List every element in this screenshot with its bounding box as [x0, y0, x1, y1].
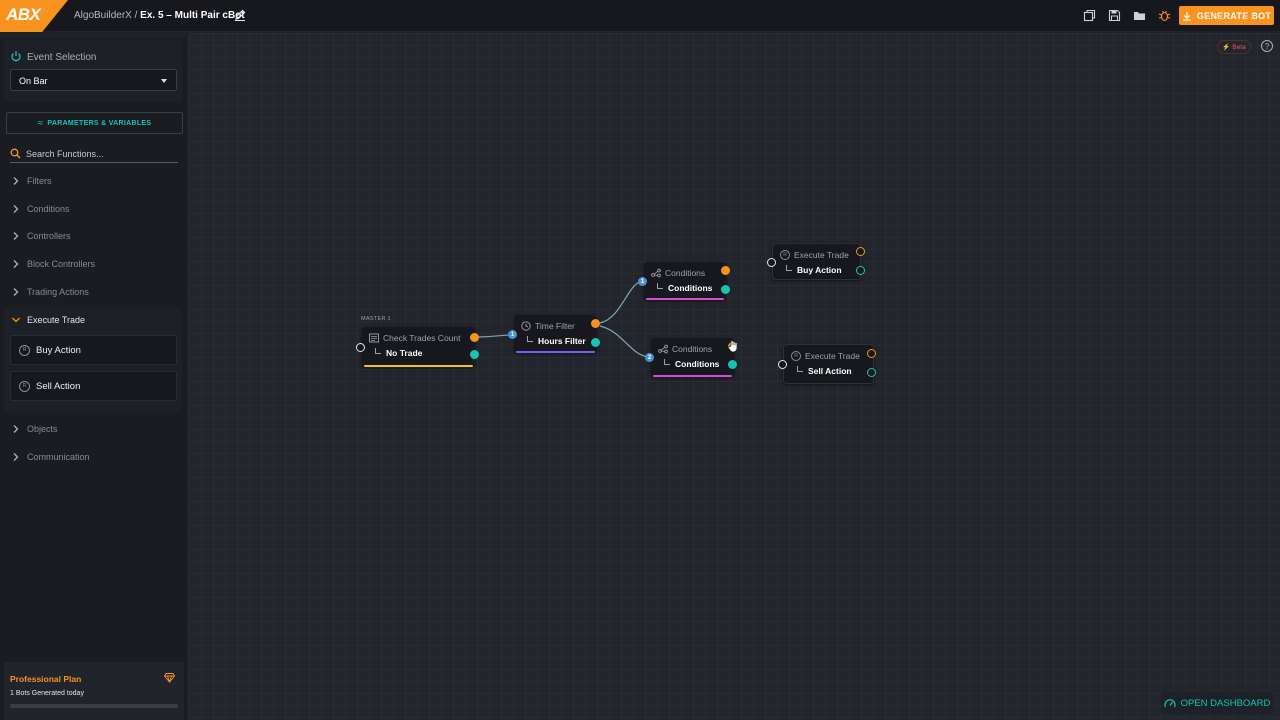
output-port[interactable] — [470, 333, 479, 342]
output-port[interactable] — [470, 350, 479, 359]
execute-trade-buy-node[interactable]: R Execute Trade Buy Action — [772, 243, 861, 280]
conditions-node-2[interactable]: Conditions Conditions — [651, 338, 734, 377]
output-port[interactable] — [591, 338, 600, 347]
app-name[interactable]: AlgoBuilderX — [74, 10, 132, 21]
category-objects[interactable]: Objects — [10, 421, 58, 437]
chevron-right-icon — [13, 453, 19, 461]
output-port[interactable] — [591, 319, 600, 328]
plan-progress-bar — [10, 704, 178, 708]
chevron-right-icon — [13, 288, 19, 296]
connection-badge: 1 — [638, 277, 647, 286]
plan-card: Professional Plan 1 Bots Generated today — [4, 662, 184, 720]
chevron-right-icon — [13, 177, 19, 185]
plan-usage: 1 Bots Generated today — [10, 690, 84, 697]
chevron-right-icon — [13, 260, 19, 268]
connection-badge: 1 — [508, 330, 517, 339]
parameters-variables-button[interactable]: ≈ PARAMETERS & VARIABLES — [6, 112, 183, 134]
event-select[interactable]: On Bar — [10, 69, 177, 91]
generate-bot-button[interactable]: GENERATE BOT — [1179, 6, 1274, 25]
breadcrumb: AlgoBuilderX / Ex. 5 – Multi Pair cBot — [74, 10, 245, 21]
search-functions — [10, 145, 178, 163]
output-port[interactable] — [867, 349, 876, 358]
abx-logo[interactable]: ABX — [0, 0, 68, 32]
open-dashboard-button[interactable]: OPEN DASHBOARD — [1161, 692, 1273, 714]
gem-icon — [164, 673, 175, 683]
duplicate-icon[interactable] — [1083, 9, 1096, 22]
power-icon — [11, 51, 21, 62]
input-port[interactable] — [778, 360, 787, 369]
node-accent-bar — [646, 298, 724, 300]
chevron-right-icon — [13, 425, 19, 433]
robot-icon: R — [791, 351, 801, 361]
output-port[interactable] — [728, 360, 737, 369]
chevron-down-icon — [161, 79, 167, 83]
category-controllers[interactable]: Controllers — [10, 228, 71, 244]
input-port[interactable] — [767, 258, 776, 267]
lightning-icon: ⚡ — [1222, 44, 1231, 51]
gauge-icon — [1164, 698, 1176, 707]
node-accent-bar — [516, 351, 595, 353]
category-execute-trade[interactable]: Execute Trade — [10, 312, 85, 328]
bug-icon[interactable] — [1158, 9, 1171, 22]
hand-cursor-icon — [728, 340, 738, 353]
plan-title: Professional Plan — [10, 674, 82, 684]
top-bar: ABX AlgoBuilderX / Ex. 5 – Multi Pair cB… — [0, 0, 1280, 32]
node-accent-bar — [653, 375, 732, 377]
master-label: MASTER 1 — [361, 316, 391, 322]
category-filters[interactable]: Filters — [10, 173, 52, 189]
node-accent-bar — [364, 365, 473, 367]
category-communication[interactable]: Communication — [10, 449, 90, 465]
robot-icon: R — [19, 344, 30, 356]
robot-icon: R — [19, 380, 30, 392]
share-icon — [651, 268, 661, 278]
chevron-right-icon — [13, 205, 19, 213]
search-input[interactable] — [26, 147, 176, 161]
category-trading-actions[interactable]: Trading Actions — [10, 284, 89, 300]
check-trades-count-node[interactable]: Check Trades Count No Trade — [362, 327, 475, 367]
chevron-right-icon — [13, 232, 19, 240]
time-filter-node[interactable]: Time Filter Hours Filter — [514, 315, 597, 353]
clock-icon — [521, 321, 531, 331]
search-icon — [10, 148, 21, 159]
category-conditions[interactable]: Conditions — [10, 201, 70, 217]
flow-canvas[interactable] — [189, 33, 1280, 720]
chevron-down-icon — [12, 317, 20, 323]
beta-badge[interactable]: ⚡ Beta — [1217, 40, 1251, 54]
help-button[interactable]: ? — [1261, 40, 1273, 52]
save-icon[interactable] — [1108, 9, 1121, 22]
conditions-node-1[interactable]: Conditions Conditions — [644, 262, 726, 300]
input-port[interactable] — [356, 343, 365, 352]
output-port[interactable] — [856, 266, 865, 275]
project-name: Ex. 5 – Multi Pair cBot — [140, 10, 245, 21]
robot-icon: R — [780, 250, 790, 260]
execute-trade-sell-node[interactable]: R Execute Trade Sell Action — [783, 344, 874, 384]
output-port[interactable] — [867, 368, 876, 377]
event-selection-title: Event Selection — [27, 52, 97, 63]
sell-action-item[interactable]: R Sell Action — [10, 371, 177, 401]
folder-icon[interactable] — [1133, 9, 1146, 22]
output-port[interactable] — [721, 285, 730, 294]
output-port[interactable] — [721, 266, 730, 275]
pencil-icon[interactable] — [233, 8, 247, 22]
download-icon — [1182, 11, 1191, 21]
category-block-controllers[interactable]: Block Controllers — [10, 256, 95, 272]
share-icon — [658, 344, 668, 354]
approx-icon: ≈ — [37, 117, 44, 129]
list-icon — [369, 333, 379, 343]
buy-action-item[interactable]: R Buy Action — [10, 335, 177, 365]
connection-badge: 2 — [645, 353, 654, 362]
output-port[interactable] — [856, 247, 865, 256]
